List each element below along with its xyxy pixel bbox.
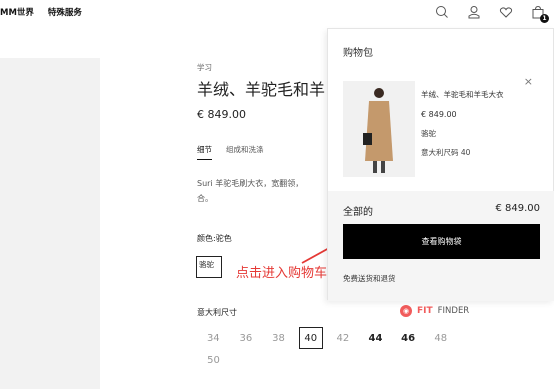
size-option[interactable]: 50: [197, 349, 230, 371]
size-selector: 34 36 38 40 42 44 46 48 50: [197, 327, 457, 371]
size-option[interactable]: 36: [230, 327, 263, 349]
color-label: 颜色:驼色: [197, 234, 232, 243]
total-label: 全部的: [343, 207, 373, 218]
product-title: 羊绒、羊驼毛和羊: [197, 80, 326, 99]
product-description: Suri 羊驼毛刷大衣，宽翻领， 合。: [197, 179, 304, 203]
bag-item-size: 意大利尺码 40: [421, 148, 471, 157]
fit-finder-finder: FINDER: [437, 306, 470, 316]
size-option[interactable]: 44: [359, 327, 392, 349]
user-icon[interactable]: [466, 4, 482, 20]
bag-item-image[interactable]: [343, 81, 415, 177]
product-image: [0, 58, 100, 389]
top-nav: MM世界 特殊服务: [0, 6, 82, 20]
product-category[interactable]: 学习: [197, 62, 212, 73]
size-option[interactable]: 38: [262, 327, 295, 349]
nav-item-special-services[interactable]: 特殊服务: [48, 6, 82, 20]
size-option[interactable]: 46: [392, 327, 425, 349]
shopping-bag-dropdown: 购物包 × 羊绒、羊驼毛和羊毛大衣 € 849.00 骆驼 意大利尺码 40 全…: [327, 28, 554, 301]
bag-title: 购物包: [343, 48, 373, 59]
heart-icon[interactable]: [498, 4, 514, 20]
fit-finder-fit: FIT: [417, 306, 433, 316]
bag-item-color: 骆驼: [421, 129, 436, 138]
nav-item-mm-world[interactable]: MM世界: [0, 6, 34, 20]
bag-footer: 全部的 € 849.00 查看购物袋 免费送货和退货: [328, 191, 554, 301]
product-price: € 849.00: [197, 108, 246, 121]
size-option[interactable]: 48: [424, 327, 457, 349]
total-value: € 849.00: [495, 203, 540, 214]
bag-count-badge: 1: [540, 14, 549, 23]
header-icons: 1: [434, 4, 549, 23]
bag-icon[interactable]: 1: [530, 4, 549, 23]
tab-details[interactable]: 细节: [197, 144, 212, 160]
bag-item-name[interactable]: 羊绒、羊驼毛和羊毛大衣: [421, 89, 504, 100]
size-option[interactable]: 42: [327, 327, 360, 349]
fit-finder-icon: ◉: [400, 305, 412, 317]
tab-composition-care[interactable]: 组成和洗涤: [226, 144, 264, 160]
size-option[interactable]: 34: [197, 327, 230, 349]
bag-item-price: € 849.00: [421, 110, 457, 119]
size-option[interactable]: 40: [298, 327, 323, 349]
fit-finder-link[interactable]: ◉ FIT FINDER: [400, 305, 469, 317]
view-bag-button[interactable]: 查看购物袋: [343, 224, 540, 259]
close-icon[interactable]: ×: [524, 75, 533, 88]
product-tabs: 细节 组成和洗涤: [197, 144, 264, 160]
search-icon[interactable]: [434, 4, 450, 20]
size-label: 意大利尺寸: [197, 308, 237, 317]
shipping-note[interactable]: 免费送货和退货: [343, 273, 396, 284]
color-swatch-camel[interactable]: 骆驼: [196, 256, 222, 278]
